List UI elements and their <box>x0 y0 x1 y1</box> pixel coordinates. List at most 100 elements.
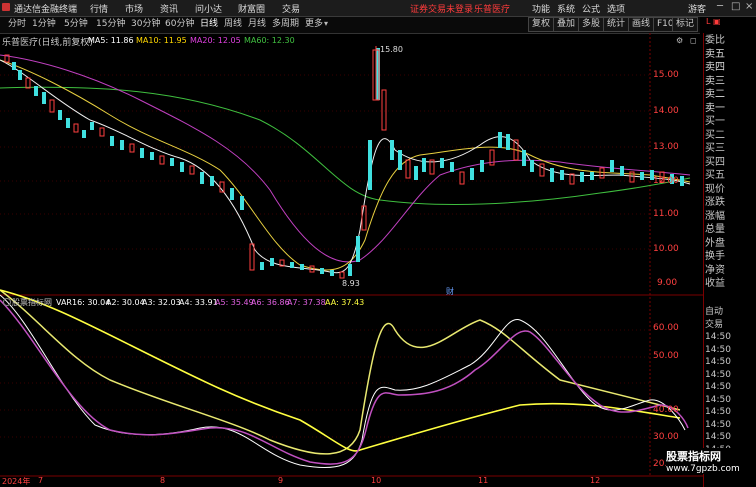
period-tab-daily[interactable]: 日线 <box>198 18 220 31</box>
ind-a6: A6: 36.86 <box>251 298 290 307</box>
menu-item-ask[interactable]: 问小达 <box>195 2 222 15</box>
candle <box>82 130 86 138</box>
period-tab-15min[interactable]: 15分钟 <box>94 18 127 31</box>
x-label-month: 8 <box>160 476 166 485</box>
adjust-button[interactable]: 复权 <box>528 17 555 32</box>
stats-button[interactable]: 统计 <box>603 17 630 32</box>
draw-line-button[interactable]: 画线 <box>628 17 655 32</box>
ind-y-tick: 60.00 <box>653 323 679 333</box>
menu-item-trade[interactable]: 交易 <box>282 2 300 15</box>
trade-tick-label: 交易 <box>705 319 724 330</box>
candle <box>58 110 62 120</box>
maximize-icon[interactable]: □ <box>731 1 740 12</box>
menu-item-news[interactable]: 资讯 <box>160 2 178 15</box>
candle <box>240 196 244 210</box>
trade-ticks-list: 自动 交易 14:50 14:50 14:50 14:50 14:50 14:50 14:50 1… <box>705 306 755 456</box>
candle <box>381 89 387 131</box>
watermark-url: www.7gpzb.com <box>666 464 740 474</box>
candle <box>140 148 144 158</box>
menu-item-quotes[interactable]: 行情 <box>90 2 108 15</box>
period-tab-multi[interactable]: 多周期 <box>270 18 301 31</box>
y-tick: 13.00 <box>653 142 679 152</box>
ma5-label: MA5: 11.86 <box>88 36 134 45</box>
quote-label: 买三 <box>705 143 725 154</box>
candle <box>300 264 304 270</box>
quote-label: 涨幅 <box>705 210 725 222</box>
y-tick: 12.00 <box>653 176 679 186</box>
period-tab-30min[interactable]: 30分钟 <box>129 18 162 31</box>
candle <box>320 268 324 274</box>
menu-item-wealth[interactable]: 财富圈 <box>238 2 265 15</box>
candle <box>120 140 124 150</box>
ind-var16: VAR16: 30.04 <box>56 298 111 307</box>
period-tab-1min[interactable]: 1分钟 <box>30 18 58 31</box>
trade-tick-label: 14:50 <box>705 369 731 380</box>
ind-a2: A2: 30.04 <box>106 298 145 307</box>
candle <box>405 159 411 179</box>
candle <box>150 152 154 160</box>
minimize-icon[interactable]: ─ <box>717 1 723 12</box>
chevron-down-icon[interactable]: ▾ <box>324 19 328 28</box>
y-tick: 10.00 <box>653 244 679 254</box>
candle <box>34 86 38 96</box>
event-marker[interactable]: 财 <box>446 286 454 297</box>
quote-label: 收益 <box>705 278 725 289</box>
menu-item-market[interactable]: 市场 <box>125 2 143 15</box>
trade-tick-label: 14:50 <box>705 357 731 367</box>
period-tab-monthly[interactable]: 月线 <box>246 18 268 31</box>
menu-item-options[interactable]: 选项 <box>607 2 625 15</box>
multi-stock-button[interactable]: 多股 <box>578 17 605 32</box>
app-logo-icon <box>2 3 10 11</box>
y-tick: 11.00 <box>653 209 679 219</box>
quote-label: 净资 <box>705 264 725 276</box>
trade-tick-label: 14:50 <box>705 432 731 442</box>
period-tab-weekly[interactable]: 周线 <box>222 18 244 31</box>
panel-header-icon[interactable]: L ▣ <box>706 17 721 26</box>
candle <box>210 176 214 186</box>
quote-label: 外盘 <box>705 237 725 249</box>
period-tab-5min[interactable]: 5分钟 <box>62 18 90 31</box>
indicator-toggle-icon[interactable] <box>3 298 11 306</box>
candle <box>90 122 94 130</box>
period-tab-more[interactable]: 更多 <box>303 18 325 31</box>
menu-item-formula[interactable]: 公式 <box>582 2 600 15</box>
indicator-name[interactable]: 股票指标网 <box>12 297 52 308</box>
candle <box>180 162 184 172</box>
candle <box>590 172 594 180</box>
trade-tick-label: 14:50 <box>705 344 731 355</box>
candle <box>270 258 274 266</box>
ind-a3: A3: 32.03 <box>142 298 181 307</box>
trade-login-alert[interactable]: 证券交易未登录 <box>410 2 473 15</box>
expand-icon[interactable]: ◻ <box>690 36 697 45</box>
ind-a4: A4: 33.91 <box>179 298 218 307</box>
quote-label: 现价 <box>705 183 725 195</box>
candle <box>498 132 502 148</box>
trade-tick-label: 14:50 <box>705 419 731 430</box>
menu-item-system[interactable]: 系统 <box>557 2 575 15</box>
quote-label: 卖五 <box>705 48 725 60</box>
candle <box>230 188 234 200</box>
period-tab-timeshare[interactable]: 分时 <box>6 18 28 31</box>
menu-item-function[interactable]: 功能 <box>532 2 550 15</box>
app-title: 通达信金融终端 <box>14 5 78 15</box>
settings-icon[interactable]: ⚙ <box>676 36 683 45</box>
candle <box>356 236 360 262</box>
ma10-label: MA10: 11.95 <box>136 36 187 45</box>
ind-a7: A7: 37.38 <box>287 298 326 307</box>
candlesticks <box>4 48 684 279</box>
user-label[interactable]: 游客 <box>688 2 706 15</box>
kline-chart[interactable] <box>0 33 703 487</box>
y-tick: 14.00 <box>653 106 679 116</box>
mark-button[interactable]: 标记 <box>672 17 699 32</box>
overlay-button[interactable]: 叠加 <box>553 17 580 32</box>
candle <box>599 167 605 179</box>
ind-a5: A5: 35.49 <box>215 298 254 307</box>
period-tab-60min[interactable]: 60分钟 <box>163 18 196 31</box>
candle <box>18 70 22 80</box>
candle <box>25 77 31 89</box>
ind-y-tick: 50.00 <box>653 351 679 361</box>
close-icon[interactable]: × <box>745 1 753 12</box>
quote-label: 卖一 <box>705 102 725 114</box>
candle <box>170 158 174 166</box>
candle <box>49 99 55 113</box>
